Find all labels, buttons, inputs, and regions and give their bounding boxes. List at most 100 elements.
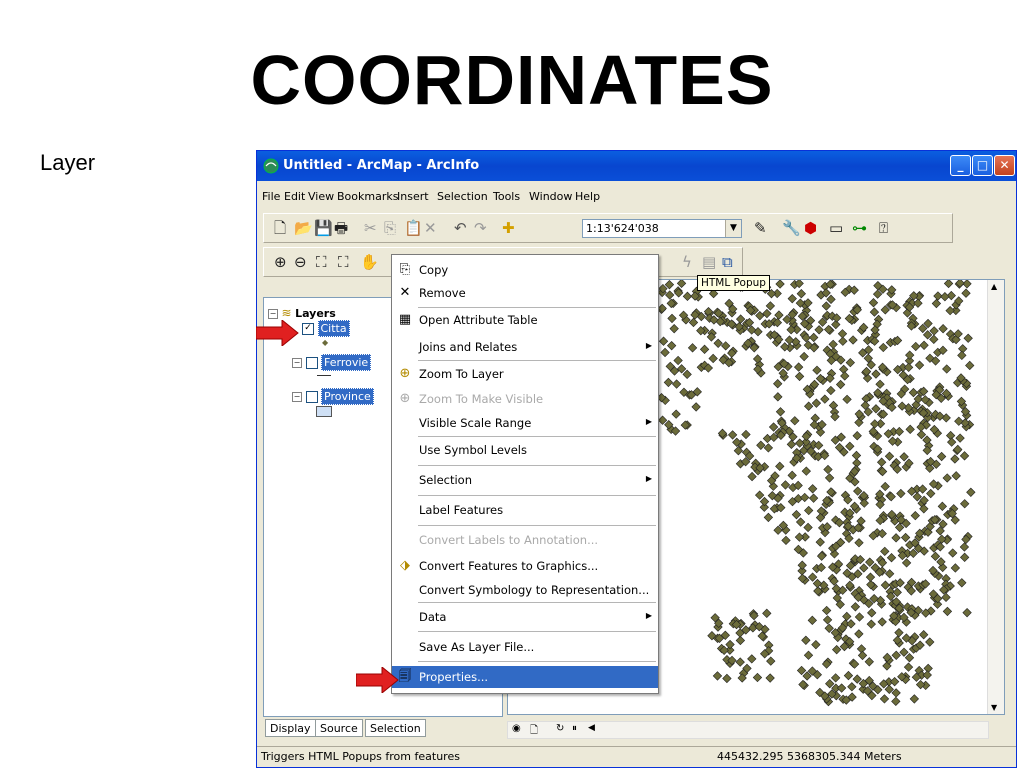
fixed-zoom-in-icon[interactable]: ⛶ xyxy=(316,254,327,270)
menu-item-joins-relates[interactable]: Joins and Relates ▶ xyxy=(392,336,658,358)
lightning-icon[interactable]: ϟ xyxy=(682,254,692,270)
menu-insert[interactable]: Insert xyxy=(397,190,429,203)
layer-visibility-checkbox[interactable]: ✓ xyxy=(302,323,314,335)
redo-icon[interactable]: ↷ xyxy=(474,220,487,236)
menu-item-selection[interactable]: Selection ▶ xyxy=(392,469,658,491)
delete-icon[interactable]: ✕ xyxy=(424,220,437,236)
menu-item-convert-features[interactable]: ⬗ Convert Features to Graphics... xyxy=(392,555,658,577)
menu-item-label-features[interactable]: Label Features xyxy=(392,499,658,521)
new-icon[interactable]: 🗋 xyxy=(274,220,286,236)
layer-visibility-checkbox[interactable] xyxy=(305,357,318,369)
menu-item-copy[interactable]: ⎘ Copy xyxy=(392,259,658,281)
window-icon[interactable]: ▭ xyxy=(829,220,843,236)
menu-tools[interactable]: Tools xyxy=(493,190,520,203)
close-button[interactable]: ✕ xyxy=(994,155,1015,176)
menu-file[interactable]: File xyxy=(262,190,280,203)
scroll-left-icon[interactable]: ◀ xyxy=(588,723,595,733)
menu-item-visible-scale-range[interactable]: Visible Scale Range ▶ xyxy=(392,412,658,434)
city-point xyxy=(756,440,766,450)
whats-this-icon[interactable]: ⍰ xyxy=(879,220,888,236)
city-point xyxy=(929,334,939,345)
menu-separator xyxy=(418,465,656,466)
open-icon[interactable]: 📂 xyxy=(294,220,313,236)
menu-item-convert-symbology[interactable]: Convert Symbology to Representation... xyxy=(392,579,658,601)
paste-icon[interactable]: 📋 xyxy=(404,220,423,236)
tab-selection[interactable]: Selection xyxy=(365,719,426,737)
save-icon[interactable]: 💾 xyxy=(314,220,333,236)
print-icon[interactable]: 🖶 xyxy=(334,220,348,236)
menu-help[interactable]: Help xyxy=(575,190,600,203)
toc-layer-ferrovie[interactable]: − Ferrovie xyxy=(292,354,372,371)
undo-icon[interactable]: ↶ xyxy=(454,220,467,236)
city-point xyxy=(836,683,847,693)
table-icon: ▦ xyxy=(398,312,412,327)
editor-icon[interactable]: ✎ xyxy=(754,220,767,236)
toc-layer-citta[interactable]: ✓ Citta xyxy=(302,320,350,337)
menu-separator xyxy=(418,495,656,496)
menu-selection[interactable]: Selection xyxy=(437,190,488,203)
tab-source[interactable]: Source xyxy=(315,719,363,737)
city-point xyxy=(759,496,770,507)
map-scale-combobox[interactable]: 1:13'624'038 ▼ xyxy=(582,219,742,238)
fixed-zoom-out-icon[interactable]: ⛶ xyxy=(338,254,349,270)
menu-item-save-as-layer-file[interactable]: Save As Layer File... xyxy=(392,636,658,658)
collapse-icon[interactable]: − xyxy=(268,309,278,319)
menu-view[interactable]: View xyxy=(308,190,334,203)
data-view-icon[interactable]: ◉ xyxy=(512,723,521,734)
menu-edit[interactable]: Edit xyxy=(284,190,305,203)
city-point xyxy=(735,314,746,324)
chevron-down-icon[interactable]: ▼ xyxy=(725,220,741,237)
arccatalog-icon[interactable]: ⬢ xyxy=(804,220,817,236)
scroll-up-icon[interactable]: ▲ xyxy=(991,282,997,291)
menu-window[interactable]: Window xyxy=(529,190,572,203)
pause-icon[interactable]: ⏸ xyxy=(572,723,577,734)
title-bar[interactable]: Untitled - ArcMap - ArcInfo _ □ ✕ xyxy=(257,151,1016,181)
toc-layer-label[interactable]: Citta xyxy=(317,320,350,337)
pan-icon[interactable]: ✋ xyxy=(360,254,379,270)
maximize-button[interactable]: □ xyxy=(972,155,993,176)
menu-item-data[interactable]: Data ▶ xyxy=(392,606,658,628)
menu-item-remove[interactable]: ✕ Remove xyxy=(392,282,658,304)
menu-item-zoom-to-layer[interactable]: ⊕ Zoom To Layer xyxy=(392,363,658,385)
menu-item-open-attribute-table[interactable]: ▦ Open Attribute Table xyxy=(392,309,658,331)
zoom-out-icon[interactable]: ⊖ xyxy=(294,254,307,270)
menu-item-properties[interactable]: 🗐 Properties... xyxy=(392,666,658,688)
city-point xyxy=(889,676,900,687)
layer-visibility-checkbox[interactable] xyxy=(305,391,318,403)
toc-layer-province[interactable]: − Province xyxy=(292,388,374,405)
city-point xyxy=(814,325,824,335)
arc-toolbox-icon[interactable]: 🔧 xyxy=(782,220,801,236)
city-point xyxy=(766,656,776,666)
city-point xyxy=(965,360,975,371)
city-point xyxy=(930,551,941,562)
city-point xyxy=(894,426,904,437)
refresh-icon[interactable]: ↻ xyxy=(556,723,564,734)
menu-bookmarks[interactable]: Bookmarks xyxy=(337,190,398,203)
html-popup-icon[interactable]: ⧉ xyxy=(722,254,733,270)
tab-display[interactable]: Display xyxy=(265,719,316,737)
model-builder-icon[interactable]: ⊶ xyxy=(852,220,867,236)
city-point xyxy=(880,546,890,557)
city-point xyxy=(942,364,952,374)
collapse-icon[interactable]: − xyxy=(292,358,302,368)
city-point xyxy=(959,552,970,562)
city-point xyxy=(807,484,818,494)
scroll-down-icon[interactable]: ▼ xyxy=(991,703,997,712)
menu-item-use-symbol-levels[interactable]: Use Symbol Levels xyxy=(392,439,658,461)
city-point xyxy=(799,351,809,362)
toc-root[interactable]: − ≋ Layers xyxy=(268,306,336,320)
report-icon[interactable]: ▤ xyxy=(702,254,716,270)
toc-layer-label[interactable]: Province xyxy=(321,388,374,405)
add-data-icon[interactable]: ✚ xyxy=(502,220,515,236)
city-point xyxy=(801,635,811,645)
copy-toolbar-icon[interactable]: ⎘ xyxy=(384,220,396,236)
city-point xyxy=(797,560,807,570)
vertical-scrollbar[interactable]: ▲ ▼ xyxy=(987,280,1004,714)
cut-icon[interactable]: ✂ xyxy=(364,220,377,236)
minimize-button[interactable]: _ xyxy=(950,155,971,176)
city-point xyxy=(884,451,895,461)
toc-layer-label[interactable]: Ferrovie xyxy=(321,354,372,371)
zoom-in-icon[interactable]: ⊕ xyxy=(274,254,287,270)
collapse-icon[interactable]: − xyxy=(292,392,302,402)
layout-view-icon[interactable]: 🗋 xyxy=(530,723,538,740)
